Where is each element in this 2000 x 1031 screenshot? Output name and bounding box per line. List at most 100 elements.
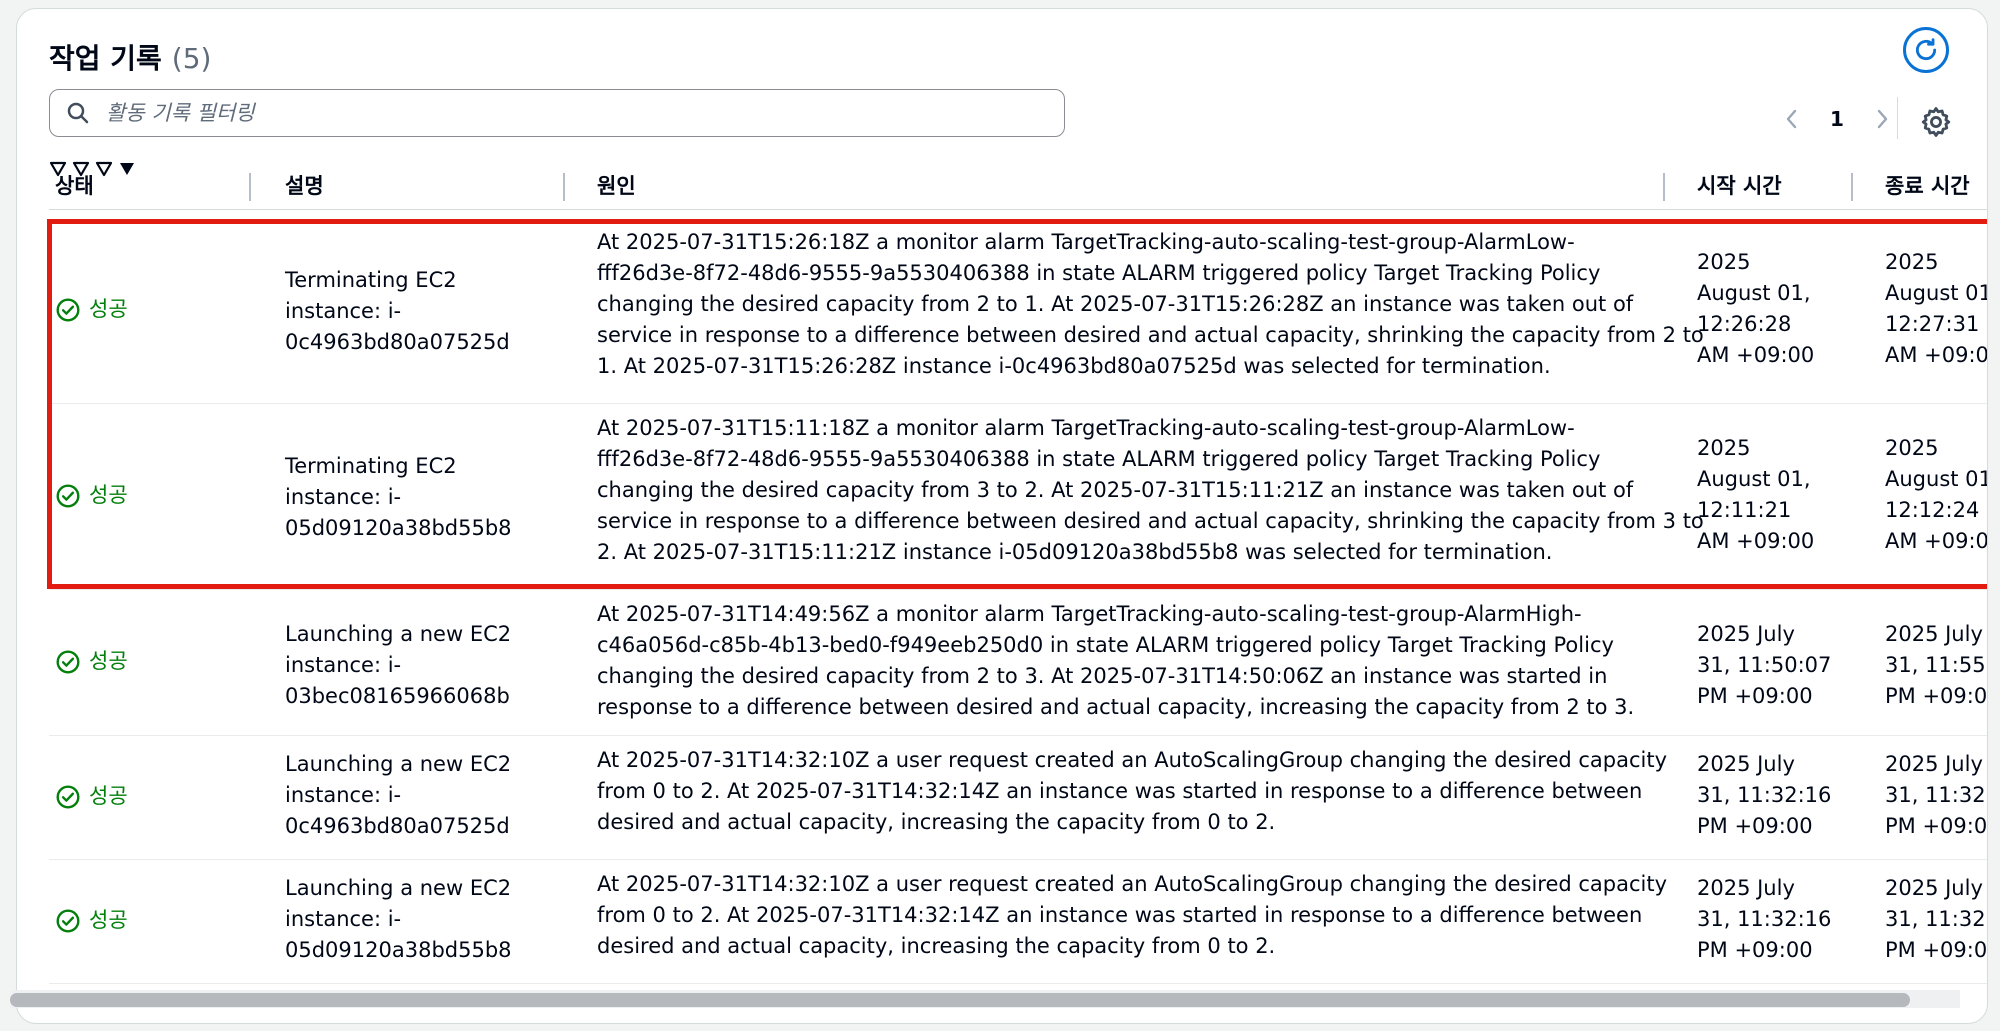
cell-line: At 2025-07-31T15:26:18Z a monitor alarm …	[597, 230, 1575, 254]
cell-line: AM +09:00	[1697, 343, 1815, 367]
start-time-cell: 2025 August 01, 12:26:28 AM +09:00	[1697, 247, 1814, 371]
filter-search-box[interactable]	[49, 89, 1065, 137]
status-label: 성공	[89, 784, 128, 808]
cell-line: August 01,	[1697, 467, 1811, 491]
search-input[interactable]	[104, 100, 1008, 126]
check-circle-icon	[56, 909, 80, 932]
column-resizer[interactable]	[563, 173, 565, 201]
column-resizer[interactable]	[1663, 173, 1665, 201]
cell-line: 2. At 2025-07-31T15:11:21Z instance i-05…	[597, 540, 1553, 564]
start-time-cell: 2025 July 31, 11:32:16 PM +09:00	[1697, 873, 1831, 966]
cause-cell: At 2025-07-31T14:49:56Z a monitor alarm …	[597, 599, 1677, 723]
cell-line: instance: i-	[285, 299, 402, 323]
item-count: (5)	[171, 42, 212, 75]
panel-header: 작업 기록 (5)	[49, 37, 211, 83]
cell-line: service in response to a difference betw…	[597, 323, 1704, 347]
column-header-cause[interactable]: 원인	[597, 161, 636, 209]
cell-line: from 0 to 2. At 2025-07-31T14:32:14Z an …	[597, 903, 1643, 927]
column-header-status[interactable]: 상태	[55, 161, 94, 209]
cell-line: changing the desired capacity from 3 to …	[597, 478, 1634, 502]
table-row: 성공 Terminating EC2 instance: i- 0c4963bd80a…	[49, 217, 1988, 404]
prev-page-button[interactable]	[1777, 104, 1807, 134]
table-header: 상태 설명 원인 시작 시간 종료 시간	[49, 161, 1987, 210]
chevron-left-icon	[1786, 109, 1797, 129]
status-badge: 성공	[55, 480, 128, 511]
pager-divider	[1897, 97, 1898, 139]
sort-triangle-icon[interactable]	[118, 161, 136, 177]
cell-line: Launching a new EC2	[285, 622, 512, 646]
cell-line: Launching a new EC2	[285, 752, 512, 776]
cell-line: PM +09:00	[1885, 938, 1988, 962]
cell-line: 31, 11:55:14	[1885, 653, 1987, 677]
end-time-cell: 2025 July 31, 11:32:27 PM +09:00	[1885, 749, 1988, 842]
cell-line: 2025 July	[1697, 752, 1795, 776]
cell-line: desired and actual capacity, increasing …	[597, 810, 1276, 834]
cell-line: 2025 July	[1697, 622, 1795, 646]
pagination: 1	[1777, 99, 1897, 139]
start-time-cell: 2025 July 31, 11:50:07 PM +09:00	[1697, 619, 1831, 712]
column-header-start-time[interactable]: 시작 시간	[1697, 161, 1782, 209]
chevron-right-icon	[1877, 109, 1888, 129]
start-time-cell: 2025 July 31, 11:32:16 PM +09:00	[1697, 749, 1831, 842]
cell-line: 12:27:31	[1885, 312, 1980, 336]
table-row: 성공 Launching a new EC2 instance: i- 03bec08…	[49, 589, 1987, 736]
cell-line: 31, 11:32:16	[1697, 907, 1832, 931]
cell-line: 2025 July	[1885, 622, 1983, 646]
cell-line: instance: i-	[285, 783, 402, 807]
scrollbar-thumb[interactable]	[10, 993, 1910, 1007]
next-page-button[interactable]	[1867, 104, 1897, 134]
cause-cell: At 2025-07-31T15:11:18Z a monitor alarm …	[597, 413, 1704, 568]
sort-triangle-icon[interactable]	[95, 161, 113, 177]
column-header-description[interactable]: 설명	[285, 161, 324, 209]
description-cell: Terminating EC2 instance: i- 0c4963bd80a07…	[285, 265, 585, 358]
cell-line: 12:12:24	[1885, 498, 1980, 522]
end-time-cell: 2025 July 31, 11:32:27 PM +09:00	[1885, 873, 1988, 966]
column-resizer[interactable]	[1851, 173, 1853, 201]
cell-line: 1. At 2025-07-31T15:26:28Z instance i-0c…	[597, 354, 1551, 378]
status-label: 성공	[89, 483, 128, 507]
cause-cell: At 2025-07-31T15:26:18Z a monitor alarm …	[597, 227, 1704, 382]
cell-line: 31, 11:50:07	[1697, 653, 1832, 677]
check-circle-icon	[56, 650, 80, 673]
cell-line: August 01	[1885, 281, 1988, 305]
cell-line: PM +09:00	[1885, 814, 1988, 838]
cell-line: PM +09:00	[1697, 684, 1813, 708]
description-cell: Launching a new EC2 instance: i- 05d09120a…	[285, 873, 585, 966]
refresh-button[interactable]	[1903, 27, 1949, 73]
cell-line: 31, 11:32:27	[1885, 783, 1987, 807]
cell-line: AM +09:00	[1885, 529, 1988, 553]
cell-line: Terminating EC2	[285, 454, 457, 478]
column-resizer[interactable]	[249, 173, 251, 201]
cell-line: 0c4963bd80a07525d	[285, 330, 510, 354]
status-label: 성공	[89, 908, 128, 932]
cell-line: AM +09:00	[1697, 529, 1815, 553]
cell-line: service in response to a difference betw…	[597, 509, 1704, 533]
end-time-cell: 2025 August 01 12:27:31 AM +09:00	[1885, 247, 1988, 371]
check-circle-icon	[56, 484, 80, 507]
check-circle-icon	[56, 785, 80, 808]
cell-line: from 0 to 2. At 2025-07-31T14:32:14Z an …	[597, 779, 1643, 803]
table-row: 성공 Launching a new EC2 instance: i- 05d0912…	[49, 859, 1988, 984]
cause-cell: At 2025-07-31T14:32:10Z a user request c…	[597, 745, 1677, 838]
start-time-cell: 2025 August 01, 12:11:21 AM +09:00	[1697, 433, 1814, 557]
preferences-button[interactable]	[1919, 105, 1953, 139]
cell-line: At 2025-07-31T14:49:56Z a monitor alarm …	[597, 602, 1582, 626]
cell-line: 31, 11:32:16	[1697, 783, 1832, 807]
status-label: 성공	[89, 297, 128, 321]
cell-line: fff26d3e-8f72-48d6-9555-9a5530406388 in …	[597, 261, 1601, 285]
cell-line: 12:26:28	[1697, 312, 1792, 336]
table-row: 성공 Launching a new EC2 instance: i- 0c4963b…	[49, 735, 1988, 860]
cell-line: August 01	[1885, 467, 1988, 491]
cell-line: 31, 11:32:27	[1885, 907, 1987, 931]
cell-line: At 2025-07-31T14:32:10Z a user request c…	[597, 748, 1668, 772]
cell-line: fff26d3e-8f72-48d6-9555-9a5530406388 in …	[597, 447, 1601, 471]
cell-line: changing the desired capacity from 2 to …	[597, 292, 1634, 316]
page-number[interactable]: 1	[1807, 107, 1867, 131]
end-time-cell: 2025 August 01 12:12:24 AM +09:00	[1885, 433, 1988, 557]
check-circle-icon	[56, 298, 80, 321]
status-badge: 성공	[55, 294, 128, 325]
table-row: 성공 Terminating EC2 instance: i- 05d09120a38…	[49, 403, 1988, 590]
column-header-end-time[interactable]: 종료 시간	[1885, 161, 1970, 209]
cell-line: August 01,	[1697, 281, 1811, 305]
cell-line: 2025 July	[1885, 752, 1983, 776]
